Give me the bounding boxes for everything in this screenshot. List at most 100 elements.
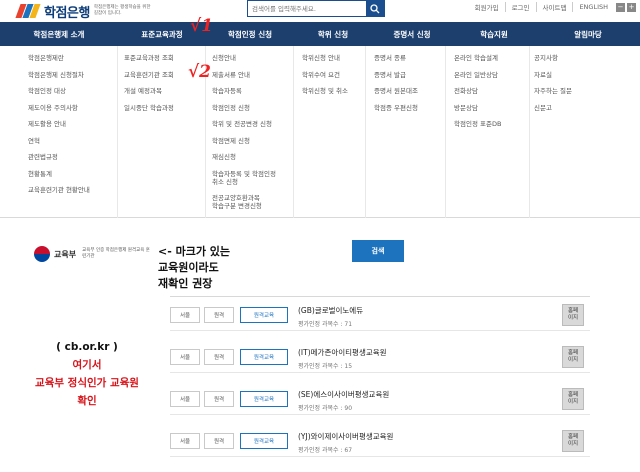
menu-item[interactable]: 학점인정 표준DB xyxy=(454,120,529,128)
nav-item-degree-apply[interactable]: 학위 신청 xyxy=(294,22,372,46)
institution-search-button[interactable]: 검색 xyxy=(352,240,404,262)
menu-item[interactable]: 연혁 xyxy=(28,137,117,145)
menu-item[interactable]: 관련법규정 xyxy=(28,153,117,161)
institution-name[interactable]: (GB)글로벌이노에듀 xyxy=(298,305,363,316)
institution-course-count: 평가인정 과목수 : 71 xyxy=(298,321,353,328)
search-input[interactable] xyxy=(248,1,366,16)
nav-item-notice[interactable]: 알림마당 xyxy=(536,22,640,46)
menu-item-standard-curriculum-search[interactable]: 표준교육과정 조회 xyxy=(124,54,205,62)
annotation-check-1: √1 xyxy=(190,16,214,36)
menu-item[interactable]: 제도이용 주의사항 xyxy=(28,104,117,112)
table-row: 서울 원격 원격교육 (GB)글로벌이노에듀 평가인정 과목수 : 71 홈페 이… xyxy=(170,297,590,331)
menu-item[interactable]: 학위수여 요건 xyxy=(302,71,365,79)
search-box xyxy=(247,0,385,17)
type-tag: 원격 xyxy=(204,307,234,323)
region-tag: 서울 xyxy=(170,433,200,449)
homepage-button[interactable]: 홈페 이지 xyxy=(562,304,584,326)
homepage-button[interactable]: 홈페 이지 xyxy=(562,346,584,368)
menu-item[interactable]: 학점인정 신청 xyxy=(212,104,293,112)
menu-item[interactable]: 학습자등록 xyxy=(212,87,293,95)
menu-item[interactable]: 방문상담 xyxy=(454,104,529,112)
nav-item-credit-apply[interactable]: 학점인정 신청 xyxy=(206,22,294,46)
zoom-out-button[interactable]: − xyxy=(616,2,625,12)
menu-item[interactable]: 학점은행제 신청절차 xyxy=(28,71,117,79)
menu-item[interactable]: 제출서류 안내 xyxy=(212,71,293,79)
signup-link[interactable]: 회원가입 xyxy=(469,2,506,12)
menu-item[interactable]: 학습자등록 및 학점인정 취소 신청 xyxy=(212,170,293,186)
homepage-button[interactable]: 홈페 이지 xyxy=(562,430,584,452)
menu-item[interactable]: 신청안내 xyxy=(212,54,293,62)
menu-item[interactable]: 개설 예정과목 xyxy=(124,87,205,95)
menu-item[interactable]: 학위신청 및 취소 xyxy=(302,87,365,95)
search-button[interactable] xyxy=(366,1,384,16)
menu-column-degree: 학위신청 안내 학위수여 요건 학위신청 및 취소 xyxy=(294,46,366,218)
table-row: 서울 원격 원격교육 (YJ)와이제이사이버평생교육원 평가인정 과목수 : 6… xyxy=(170,423,590,457)
menu-item[interactable]: 온라인 일반상담 xyxy=(454,71,529,79)
mode-tag: 원격교육 xyxy=(240,391,288,407)
top-bar: 학점은행 학점은행제는 평생학습을 위한 길잡이 입니다. 회원가입 로그인 사… xyxy=(0,0,640,22)
menu-item[interactable]: 학점증 우편신청 xyxy=(374,104,445,112)
institution-course-count: 평가인정 과목수 : 90 xyxy=(298,405,353,412)
menu-item[interactable]: 학위신청 안내 xyxy=(302,54,365,62)
menu-item[interactable]: 자료실 xyxy=(534,71,640,79)
nav-item-study-support[interactable]: 학습지원 xyxy=(452,22,536,46)
institution-course-count: 평가인정 과목수 : 15 xyxy=(298,363,353,370)
annotation-note-verify: ( cb.or.kr ) 여기서 교육부 정식인가 교육원 확인 xyxy=(35,341,139,407)
sitemap-link[interactable]: 사이트맵 xyxy=(537,2,574,12)
utility-links: 회원가입 로그인 사이트맵 ENGLISH − + xyxy=(469,2,636,12)
nav-item-intro[interactable]: 학점은행제 소개 xyxy=(0,22,118,46)
menu-item[interactable]: 일시중단 학습과정 xyxy=(124,104,205,112)
table-row: 서울 원격 원격교육 (SE)에스이사이버평생교육원 평가인정 과목수 : 90… xyxy=(170,381,590,415)
ministry-subtext: 교육부 인증 학점은행제 원격교육 훈련기관 xyxy=(82,248,150,259)
region-tag: 서울 xyxy=(170,307,200,323)
homepage-button[interactable]: 홈페 이지 xyxy=(562,388,584,410)
region-tag: 서울 xyxy=(170,391,200,407)
menu-item[interactable]: 증명서 원본대조 xyxy=(374,87,445,95)
menu-item[interactable]: 자주하는 질문 xyxy=(534,87,640,95)
mega-menu: 학점은행제란 학점은행제 신청절차 학점인정 대상 제도이용 주의사항 제도활용… xyxy=(0,46,640,218)
logo-text: 학점은행 xyxy=(44,5,90,21)
mode-tag: 원격교육 xyxy=(240,307,288,323)
mode-tag: 원격교육 xyxy=(240,349,288,365)
menu-item[interactable]: 제도활용 안내 xyxy=(28,120,117,128)
menu-item[interactable]: 증명서 발급 xyxy=(374,71,445,79)
menu-item[interactable]: 전공교양호환과목 학습구분 변경신청 xyxy=(212,194,293,210)
menu-column-notice: 공지사항 자료실 자주하는 질문 신문고 xyxy=(530,46,640,218)
site-logo[interactable]: 학점은행 학점은행제는 평생학습을 위한 길잡이 입니다. xyxy=(15,0,154,22)
logo-subtext: 학점은행제는 평생학습을 위한 길잡이 입니다. xyxy=(93,5,151,16)
menu-item[interactable]: 현황통계 xyxy=(28,170,117,178)
login-link[interactable]: 로그인 xyxy=(506,2,537,12)
menu-item[interactable]: 온라인 학습설계 xyxy=(454,54,529,62)
menu-item[interactable]: 학위 및 전공변경 신청 xyxy=(212,120,293,128)
mode-tag: 원격교육 xyxy=(240,433,288,449)
menu-item[interactable]: 학점인정 대상 xyxy=(28,87,117,95)
institution-name[interactable]: (YJ)와이제이사이버평생교육원 xyxy=(298,431,393,442)
institution-name[interactable]: (IT)메가존아이티평생교육원 xyxy=(298,347,387,358)
menu-item[interactable]: 신문고 xyxy=(534,104,640,112)
institution-name[interactable]: (SE)에스이사이버평생교육원 xyxy=(298,389,389,400)
main-nav: 학점은행제 소개 표준교육과정 학점인정 신청 학위 신청 증명서 신청 학습지… xyxy=(0,22,640,46)
zoom-in-button[interactable]: + xyxy=(627,2,636,12)
english-link[interactable]: ENGLISH xyxy=(573,3,614,11)
menu-column-certificate: 증명서 종류 증명서 발급 증명서 원본대조 학점증 우편신청 xyxy=(366,46,446,218)
nav-item-certificate[interactable]: 증명서 신청 xyxy=(372,22,452,46)
ministry-name: 교육부 xyxy=(54,249,77,259)
menu-item[interactable]: 전화상담 xyxy=(454,87,529,95)
menu-item[interactable]: 재심신청 xyxy=(212,153,293,161)
menu-item[interactable]: 학점은행제란 xyxy=(28,54,117,62)
type-tag: 원격 xyxy=(204,433,234,449)
menu-column-credit-apply: 신청안내 제출서류 안내 학습자등록 학점인정 신청 학위 및 전공변경 신청 … xyxy=(206,46,294,218)
menu-column-intro: 학점은행제란 학점은행제 신청절차 학점인정 대상 제도이용 주의사항 제도활용… xyxy=(0,46,118,218)
logo-mark-icon xyxy=(15,4,41,18)
menu-item[interactable]: 교육훈련기관 현황안내 xyxy=(28,186,117,194)
ministry-logo: 교육부 교육부 인증 학점은행제 원격교육 훈련기관 xyxy=(34,246,152,262)
annotation-note-recheck: <- 마크가 있는 교육원이라도 재확인 권장 xyxy=(158,245,231,290)
type-tag: 원격 xyxy=(204,349,234,365)
menu-item[interactable]: 증명서 종류 xyxy=(374,54,445,62)
taegeuk-emblem-icon xyxy=(34,246,50,262)
menu-item[interactable]: 학점면제 신청 xyxy=(212,137,293,145)
type-tag: 원격 xyxy=(204,391,234,407)
annotation-check-2: √2 xyxy=(188,62,212,82)
menu-item[interactable]: 공지사항 xyxy=(534,54,640,62)
institution-course-count: 평가인정 과목수 : 67 xyxy=(298,447,353,454)
